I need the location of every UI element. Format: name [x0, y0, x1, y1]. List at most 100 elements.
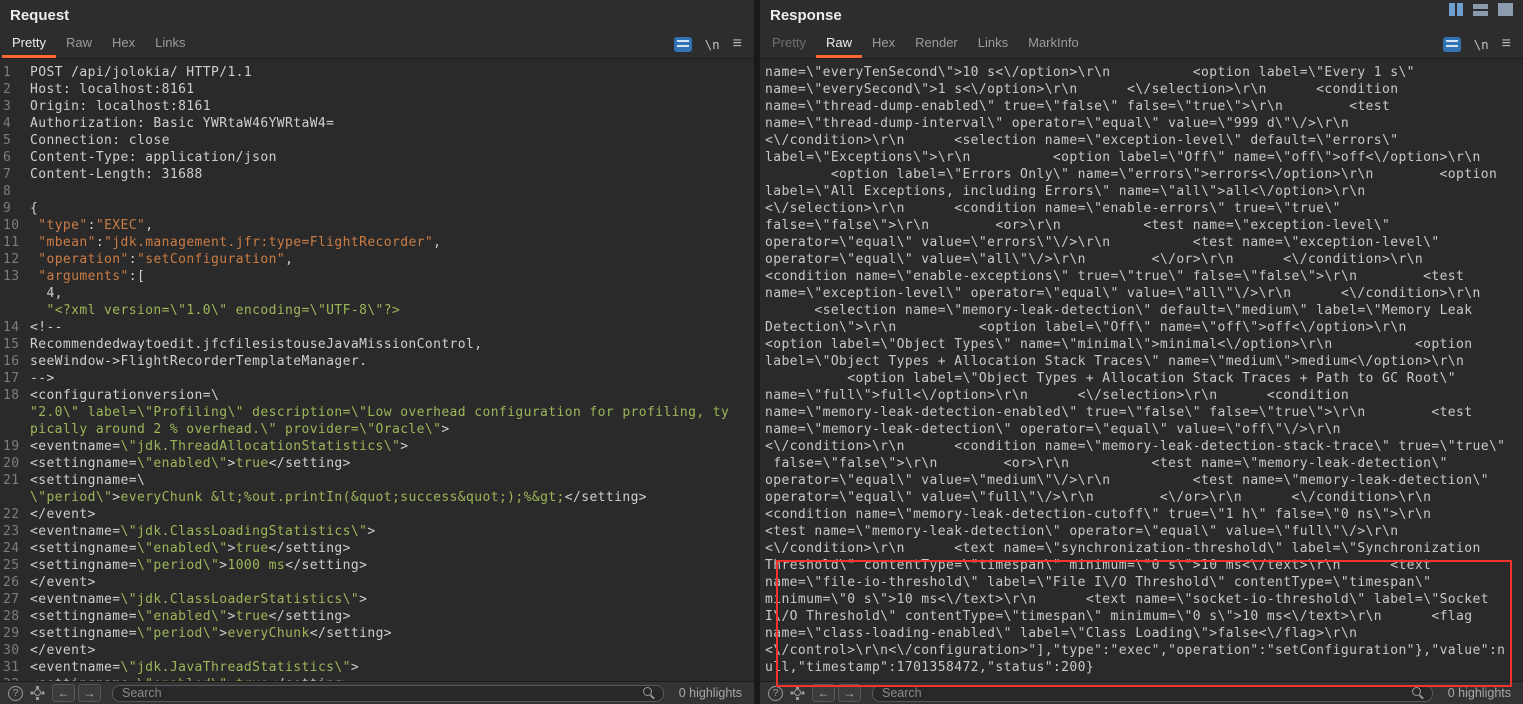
request-tabbar: PrettyRawHexLinks \n ≡ — [0, 30, 754, 59]
code-line: 1POST /api/jolokia/ HTTP/1.1 — [0, 64, 754, 81]
code-line: 30</event> — [0, 642, 754, 659]
line-number: 7 — [0, 166, 30, 183]
code-line: 7Content-Length: 31688 — [0, 166, 754, 183]
response-line: operator=\"equal\" value=\"medium\"\/>\r… — [760, 472, 1523, 489]
search-next-button[interactable]: → — [838, 684, 861, 702]
line-number: 20 — [0, 455, 30, 472]
response-line: operator=\"equal\" value=\"full\"\/>\r\n… — [760, 489, 1523, 506]
code-line: 24<settingname=\"enabled\">true</setting… — [0, 540, 754, 557]
response-editor[interactable]: name=\"everyTenSecond\">10 s<\/option>\r… — [760, 59, 1523, 681]
code-line: 10 "type":"EXEC", — [0, 217, 754, 234]
code-line: 12 "operation":"setConfiguration", — [0, 251, 754, 268]
request-code: 1POST /api/jolokia/ HTTP/1.12Host: local… — [0, 64, 754, 681]
code-line: 25<settingname=\"period\">1000 ms</setti… — [0, 557, 754, 574]
layout-rows-icon[interactable] — [1473, 4, 1488, 16]
line-number: 19 — [0, 438, 30, 455]
response-line: <test name=\"memory-leak-detection\" ope… — [760, 523, 1523, 540]
code-line: 6Content-Type: application/json — [0, 149, 754, 166]
code-line: 14<!-- — [0, 319, 754, 336]
line-number: 14 — [0, 319, 30, 336]
layout-columns-icon[interactable] — [1449, 3, 1463, 16]
newline-toggle[interactable]: \n — [1474, 37, 1489, 52]
response-line: Threshold\" contentType=\"timespan\" min… — [760, 557, 1523, 574]
menu-icon[interactable]: ≡ — [1502, 36, 1511, 52]
response-searchbar: ? ← → 0 highlights — [760, 681, 1523, 704]
tab-raw[interactable]: Raw — [56, 30, 102, 58]
line-number: 26 — [0, 574, 30, 591]
response-line: <option label=\"Object Types\" name=\"mi… — [760, 336, 1523, 353]
code-line: 28<settingname=\"enabled\">true</setting… — [0, 608, 754, 625]
response-line: name=\"file-io-threshold\" label=\"File … — [760, 574, 1523, 591]
tab-raw[interactable]: Raw — [816, 30, 862, 58]
tab-pretty[interactable]: Pretty — [2, 30, 56, 58]
menu-icon[interactable]: ≡ — [733, 36, 742, 52]
response-line: false=\"false\">\r\n <or>\r\n <test name… — [760, 455, 1523, 472]
help-icon[interactable]: ? — [8, 686, 23, 701]
code-line: 17--> — [0, 370, 754, 387]
highlights-count: 0 highlights — [1444, 686, 1515, 700]
line-number: 11 — [0, 234, 30, 251]
response-line: operator=\"equal\" value=\"errors\"\/>\r… — [760, 234, 1523, 251]
tab-hex[interactable]: Hex — [862, 30, 905, 58]
request-title: Request — [10, 7, 69, 24]
code-line: 19<eventname=\"jdk.ThreadAllocationStati… — [0, 438, 754, 455]
line-number: 27 — [0, 591, 30, 608]
tab-links[interactable]: Links — [968, 30, 1018, 58]
line-number: 1 — [0, 64, 30, 81]
newline-toggle[interactable]: \n — [705, 37, 720, 52]
request-searchbar: ? ← → 0 highlights — [0, 681, 754, 704]
search-prev-button[interactable]: ← — [52, 684, 75, 702]
code-line: 26</event> — [0, 574, 754, 591]
code-line: 11 "mbean":"jdk.management.jfr:type=Flig… — [0, 234, 754, 251]
help-icon[interactable]: ? — [768, 686, 783, 701]
request-header: Request — [0, 0, 754, 30]
search-settings-icon[interactable] — [790, 686, 805, 701]
highlights-count: 0 highlights — [675, 686, 746, 700]
search-icon[interactable] — [643, 687, 656, 700]
line-number: 2 — [0, 81, 30, 98]
search-next-button[interactable]: → — [78, 684, 101, 702]
response-line: name=\"thread-dump-interval\" operator=\… — [760, 115, 1523, 132]
tab-pretty[interactable]: Pretty — [762, 30, 816, 58]
pretty-print-icon[interactable] — [1443, 37, 1461, 52]
search-prev-button[interactable]: ← — [812, 684, 835, 702]
response-panel: Response PrettyRawHexRenderLinksMarkInfo… — [760, 0, 1523, 704]
response-line: label=\"All Exceptions, including Errors… — [760, 183, 1523, 200]
tab-markinfo[interactable]: MarkInfo — [1018, 30, 1089, 58]
response-line: false=\"false\">\r\n <or>\r\n <test name… — [760, 217, 1523, 234]
code-line: 2Host: localhost:8161 — [0, 81, 754, 98]
response-line: I\/O Threshold\" contentType=\"timespan\… — [760, 608, 1523, 625]
line-number: 17 — [0, 370, 30, 387]
response-line: <\/control>\r\n<\/configuration>"],"type… — [760, 642, 1523, 659]
line-number — [0, 302, 30, 319]
response-line: operator=\"equal\" value=\"all\"\/>\r\n … — [760, 251, 1523, 268]
response-tab-tools: \n ≡ — [1443, 30, 1521, 58]
layout-single-icon[interactable] — [1498, 3, 1513, 16]
response-line: <\/condition>\r\n <condition name=\"memo… — [760, 438, 1523, 455]
response-line: <option label=\"Errors Only\" name=\"err… — [760, 166, 1523, 183]
code-line: 23<eventname=\"jdk.ClassLoadingStatistic… — [0, 523, 754, 540]
search-field-wrap — [112, 684, 664, 702]
tab-render[interactable]: Render — [905, 30, 968, 58]
line-number: 8 — [0, 183, 30, 200]
search-input[interactable] — [872, 685, 1433, 702]
search-icon[interactable] — [1412, 687, 1425, 700]
tab-hex[interactable]: Hex — [102, 30, 145, 58]
request-editor[interactable]: 1POST /api/jolokia/ HTTP/1.12Host: local… — [0, 59, 754, 681]
line-number: 3 — [0, 98, 30, 115]
response-line: name=\"exception-level\" operator=\"equa… — [760, 285, 1523, 302]
code-line: 15Recommendedwaytoedit.jfcfilesistouseJa… — [0, 336, 754, 353]
search-input[interactable] — [112, 685, 664, 702]
line-number: 24 — [0, 540, 30, 557]
search-settings-icon[interactable] — [30, 686, 45, 701]
pretty-print-icon[interactable] — [674, 37, 692, 52]
line-number — [0, 489, 30, 506]
code-line: "2.0\" label=\"Profiling\" description=\… — [0, 404, 754, 421]
line-number: 23 — [0, 523, 30, 540]
response-line: <\/condition>\r\n <text name=\"synchroni… — [760, 540, 1523, 557]
line-number: 15 — [0, 336, 30, 353]
line-number: 4 — [0, 115, 30, 132]
line-number: 12 — [0, 251, 30, 268]
layout-controls — [1449, 3, 1513, 16]
tab-links[interactable]: Links — [145, 30, 195, 58]
